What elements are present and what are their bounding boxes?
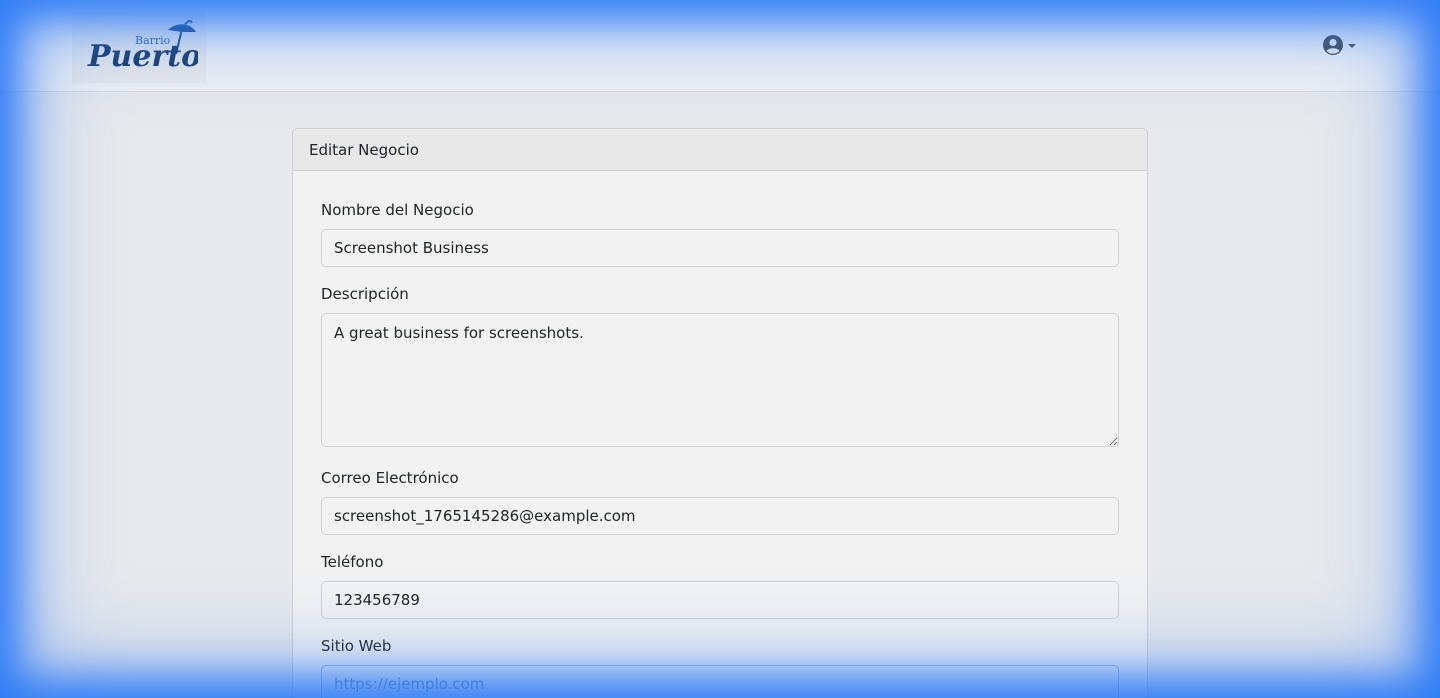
email-group: Correo Electrónico	[321, 469, 1119, 535]
email-input[interactable]	[321, 497, 1119, 535]
user-menu-toggle[interactable]	[1322, 34, 1356, 56]
phone-group: Teléfono	[321, 553, 1119, 619]
email-label: Correo Electrónico	[321, 469, 459, 487]
top-navbar: Barrio Puerto	[0, 0, 1440, 92]
phone-label: Teléfono	[321, 553, 384, 571]
user-circle-icon	[1323, 35, 1343, 55]
website-label: Sitio Web	[321, 637, 392, 655]
edit-business-form: Nombre del Negocio Descripción A great b…	[293, 171, 1147, 698]
phone-input[interactable]	[321, 581, 1119, 619]
card-header: Editar Negocio	[293, 129, 1147, 171]
brand-logo-link[interactable]: Barrio Puerto	[72, 12, 206, 83]
brand-logo-large-text: Puerto	[87, 39, 198, 74]
business-name-group: Nombre del Negocio	[321, 201, 1119, 267]
description-textarea[interactable]: A great business for screenshots.	[321, 313, 1119, 447]
website-group: Sitio Web	[321, 637, 1119, 698]
business-name-label: Nombre del Negocio	[321, 201, 474, 219]
card-title: Editar Negocio	[309, 140, 419, 159]
website-input[interactable]	[321, 665, 1119, 698]
caret-down-icon	[1348, 44, 1356, 48]
description-group: Descripción A great business for screens…	[321, 285, 1119, 451]
description-label: Descripción	[321, 285, 409, 303]
business-name-input[interactable]	[321, 229, 1119, 267]
brand-logo: Barrio Puerto	[87, 19, 198, 74]
edit-business-card: Editar Negocio Nombre del Negocio Descri…	[292, 128, 1148, 698]
